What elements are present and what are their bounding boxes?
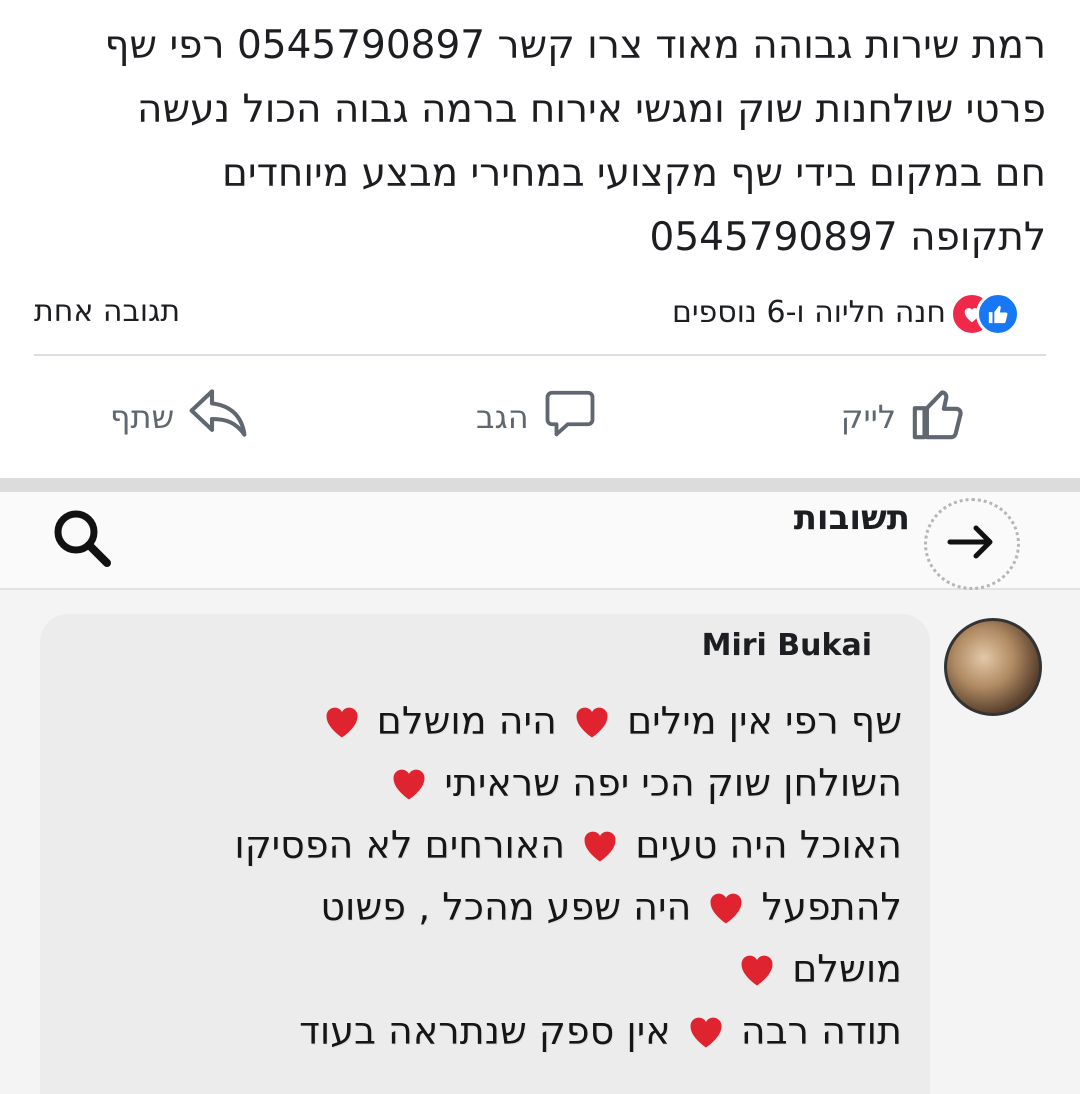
heart-icon [738,943,776,986]
post-line: לתקופה 0545790897 [649,215,1046,260]
share-button[interactable]: שתף [110,385,248,449]
speech-bubble-icon [543,386,597,448]
reactions-text: חנה חליוה ו-6 נוספים [671,294,946,330]
comment-line: מושלם [42,938,902,1000]
post-line: חם במקום בידי שף מקצועי במחירי מבצע מיוח… [221,151,1046,196]
search-icon [48,510,118,578]
comment-line: השולחן שוק הכי יפה שראיתי [42,752,902,814]
comment-text-segment: האוכל היה טעים [623,823,902,867]
back-button[interactable] [924,498,1020,590]
arrow-right-icon [946,522,998,566]
post-card: רמת שירות גבוהה מאוד צרו קשר 0545790897 … [0,0,1080,478]
heart-icon [573,695,611,738]
comment-text: שף רפי אין מילים היה מושלם השולחן שוק הכ… [42,690,902,1062]
comment-label: הגב [476,398,529,436]
comment-text-segment: האורחים לא הפסיקו [234,823,578,867]
post-line: פרטי שולחנות שוק ומגשי אירוח ברמה גבוה ה… [137,87,1046,132]
heart-icon [687,1005,725,1048]
thumbs-up-outline-icon [910,384,968,450]
share-label: שתף [110,398,175,436]
comment-text-segment: שף רפי אין מילים [614,699,902,743]
comment-text-segment: השולחן שוק הכי יפה שראיתי [432,761,902,805]
comment-line: תודה רבה אין ספק שנתראה בעוד [42,1000,902,1062]
comment-line: שף רפי אין מילים היה מושלם [42,690,902,752]
reactions-summary[interactable]: חנה חליוה ו-6 נוספים [671,290,1020,336]
search-button[interactable] [48,504,118,574]
replies-header: תשובות [0,492,1080,590]
reaction-icons [950,290,1020,336]
page-title: תשובות [793,498,910,538]
comment-author[interactable]: Miri Bukai [702,628,872,663]
comment-line: האוכל היה טעים האורחים לא הפסיקו [42,814,902,876]
comment-line: להתפעל היה שפע מהכל , פשוט [42,876,902,938]
like-button[interactable]: לייק [841,385,968,449]
heart-icon [390,757,428,800]
like-label: לייק [840,398,896,436]
heart-icon [323,695,361,738]
heart-icon [707,881,745,924]
post-text: רמת שירות גבוהה מאוד צרו קשר 0545790897 … [26,14,1046,270]
comment-text-segment: אין ספק שנתראה בעוד [299,1009,683,1053]
comment-text-segment: היה שפע מהכל , פשוט [320,885,704,929]
post-line: רמת שירות גבוהה מאוד צרו קשר 0545790897 … [104,23,1046,68]
divider [34,354,1046,356]
comments-count[interactable]: תגובה אחת [34,290,180,334]
comment-text-segment: מושלם [780,947,902,991]
comment-text-segment: היה מושלם [364,699,569,743]
comment-text-segment: להתפעל [749,885,902,929]
comment-button[interactable]: הגב [476,385,597,449]
heart-icon [581,819,619,862]
comment-text-segment: תודה רבה [728,1009,902,1053]
avatar[interactable] [944,618,1042,716]
thumbs-up-icon [976,292,1020,336]
embedded-screenshot: תשובות Miri Bukai שף רפי אין מילים היה מ… [0,478,1080,1094]
share-arrow-icon [188,386,248,448]
